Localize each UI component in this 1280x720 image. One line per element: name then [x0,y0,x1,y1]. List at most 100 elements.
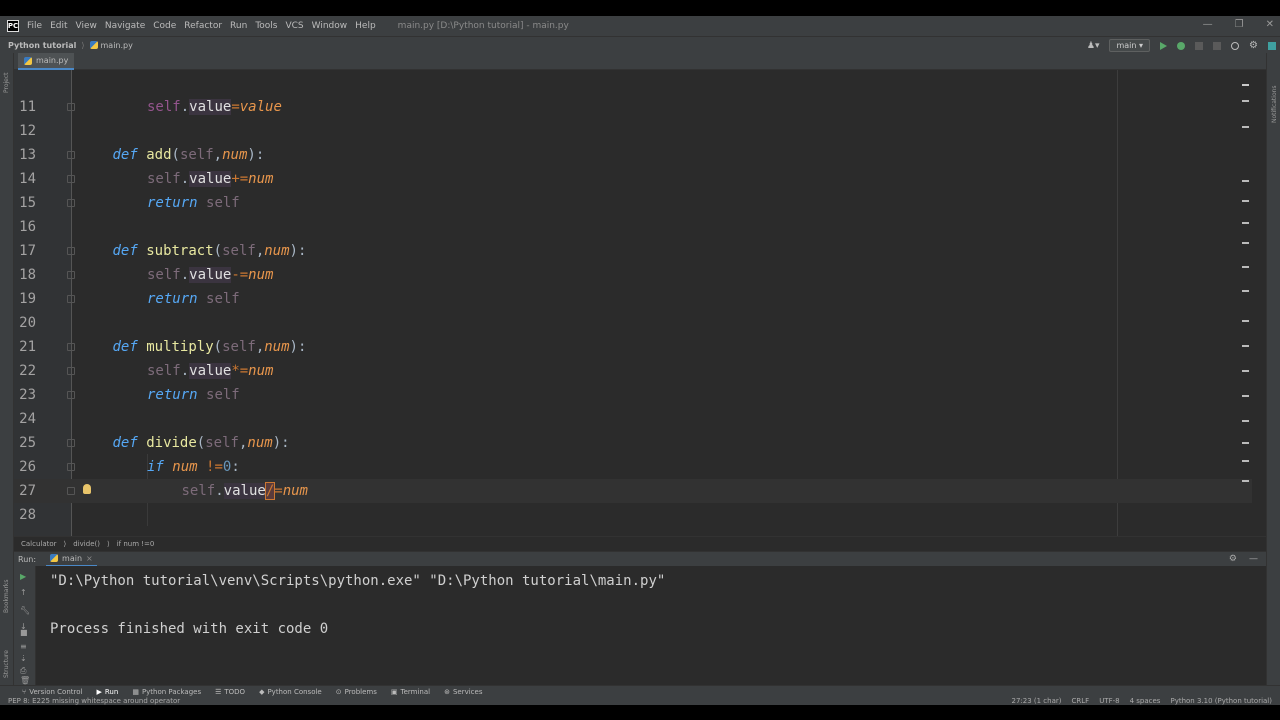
fold-marker-icon[interactable] [67,439,75,447]
marker[interactable] [1242,345,1249,347]
run-config-selector[interactable]: main ▾ [1109,39,1151,52]
marker[interactable] [1242,320,1249,322]
tool-terminal[interactable]: ▣ Terminal [391,688,430,696]
marker[interactable] [1242,420,1249,422]
jetbrains-icon[interactable] [1268,41,1276,50]
line-number[interactable]: 19 [14,287,36,311]
line-number[interactable]: 26 [14,455,36,479]
line-number[interactable]: 11 [14,95,36,119]
code-editor[interactable]: 11 self.value=value 12 13 def add(self,num):… [14,70,1252,536]
fold-marker-icon[interactable] [67,199,75,207]
line-number[interactable]: 18 [14,263,36,287]
code-line[interactable]: 21 def multiply(self,num): [14,335,1252,359]
interpreter-selector[interactable]: Python 3.10 (Python tutorial) [1170,697,1272,705]
nav-file[interactable]: main.py [101,41,133,50]
menu-file[interactable]: File [27,21,42,31]
fold-marker-icon[interactable] [67,343,75,351]
code-line[interactable]: 14 self.value+=num [14,167,1252,191]
indent-setting[interactable]: 4 spaces [1130,697,1161,705]
menu-navigate[interactable]: Navigate [105,21,145,31]
marker[interactable] [1242,242,1249,244]
minimize-icon[interactable]: — [1203,19,1213,30]
marker[interactable] [1242,442,1249,444]
line-number[interactable]: 14 [14,167,36,191]
scroll-to-end-icon[interactable]: ⇣ [20,654,30,663]
line-number[interactable]: 24 [14,407,36,431]
nav-project[interactable]: Python tutorial [8,41,76,50]
line-number[interactable]: 20 [14,311,36,335]
close-icon[interactable]: × [86,554,93,563]
fold-marker-icon[interactable] [67,463,75,471]
code-line[interactable]: 25 def divide(self,num): [14,431,1252,455]
fold-marker-icon[interactable] [67,295,75,303]
status-message[interactable]: PEP 8: E225 missing whitespace around op… [8,697,180,705]
trash-icon[interactable]: 🗑︎ [20,676,30,685]
breadcrumb-method[interactable]: divide() [73,540,100,548]
line-number[interactable]: 21 [14,335,36,359]
rerun-icon[interactable]: ▶ [20,572,30,581]
code-line[interactable]: 16 [14,215,1252,239]
line-number[interactable]: 25 [14,431,36,455]
code-line[interactable]: 13 def add(self,num): [14,143,1252,167]
wrench-icon[interactable]: 🔧︎ [20,606,30,615]
search-icon[interactable] [1231,41,1240,50]
settings-gear-icon[interactable]: ⚙ [1249,40,1258,51]
code-line[interactable]: 28 [14,503,1252,527]
code-line[interactable]: 22 self.value*=num [14,359,1252,383]
lightbulb-icon[interactable] [83,484,91,494]
line-number[interactable]: 28 [14,503,36,527]
stripe-project[interactable]: Project [3,72,10,93]
line-number[interactable]: 22 [14,359,36,383]
tool-python-packages[interactable]: ▦ Python Packages [132,688,201,696]
line-number[interactable]: 13 [14,143,36,167]
fold-marker-icon[interactable] [67,151,75,159]
coverage-icon[interactable] [1195,41,1204,50]
stop-icon[interactable] [1213,41,1222,50]
marker[interactable] [1242,200,1249,202]
menu-tools[interactable]: Tools [255,21,277,31]
code-line[interactable]: 15 return self [14,191,1252,215]
tool-run[interactable]: ▶ Run [96,688,118,696]
stripe-bookmarks[interactable]: Bookmarks [3,579,10,613]
line-number[interactable]: 17 [14,239,36,263]
marker[interactable] [1242,290,1249,292]
fold-marker-icon[interactable] [67,391,75,399]
marker[interactable] [1242,395,1249,397]
user-icon[interactable]: ♟▾ [1087,41,1100,51]
breadcrumb-statement[interactable]: if num !=0 [117,540,155,548]
restore-icon[interactable]: ❐ [1235,19,1244,30]
line-number[interactable]: 23 [14,383,36,407]
line-number[interactable]: 15 [14,191,36,215]
marker[interactable] [1242,460,1249,462]
debug-icon[interactable] [1177,41,1186,50]
caret-position[interactable]: 27:23 (1 char) [1012,697,1062,705]
soft-wrap-icon[interactable]: ≡ [20,642,30,651]
stripe-structure[interactable]: Structure [3,650,10,678]
menu-edit[interactable]: Edit [50,21,67,31]
up-arrow-icon[interactable]: ↑ [20,588,30,597]
code-line[interactable]: 12 [14,119,1252,143]
fold-marker-icon[interactable] [67,271,75,279]
run-icon[interactable] [1160,41,1168,50]
breadcrumb-class[interactable]: Calculator [21,540,57,548]
marker[interactable] [1242,84,1249,86]
code-line[interactable]: 19 return self [14,287,1252,311]
marker[interactable] [1242,480,1249,482]
code-line[interactable]: 27 self.value/=num [14,479,1252,503]
fold-marker-icon[interactable] [67,247,75,255]
run-console-output[interactable]: "D:\Python tutorial\venv\Scripts\python.… [36,566,1266,685]
code-line[interactable]: 11 self.value=value [14,95,1252,119]
close-icon[interactable]: ✕ [1266,19,1274,30]
run-tab-main[interactable]: main × [46,552,97,567]
marker[interactable] [1242,180,1249,182]
code-line[interactable]: 23 return self [14,383,1252,407]
tool-todo[interactable]: ☰ TODO [215,688,245,696]
tool-python-console[interactable]: ◆ Python Console [259,688,322,696]
menu-refactor[interactable]: Refactor [184,21,222,31]
marker[interactable] [1242,100,1249,102]
menu-help[interactable]: Help [355,21,376,31]
fold-marker-icon[interactable] [67,487,75,495]
hide-icon[interactable]: — [1249,554,1258,564]
tab-main-py[interactable]: main.py [18,53,75,70]
fold-marker-icon[interactable] [67,367,75,375]
